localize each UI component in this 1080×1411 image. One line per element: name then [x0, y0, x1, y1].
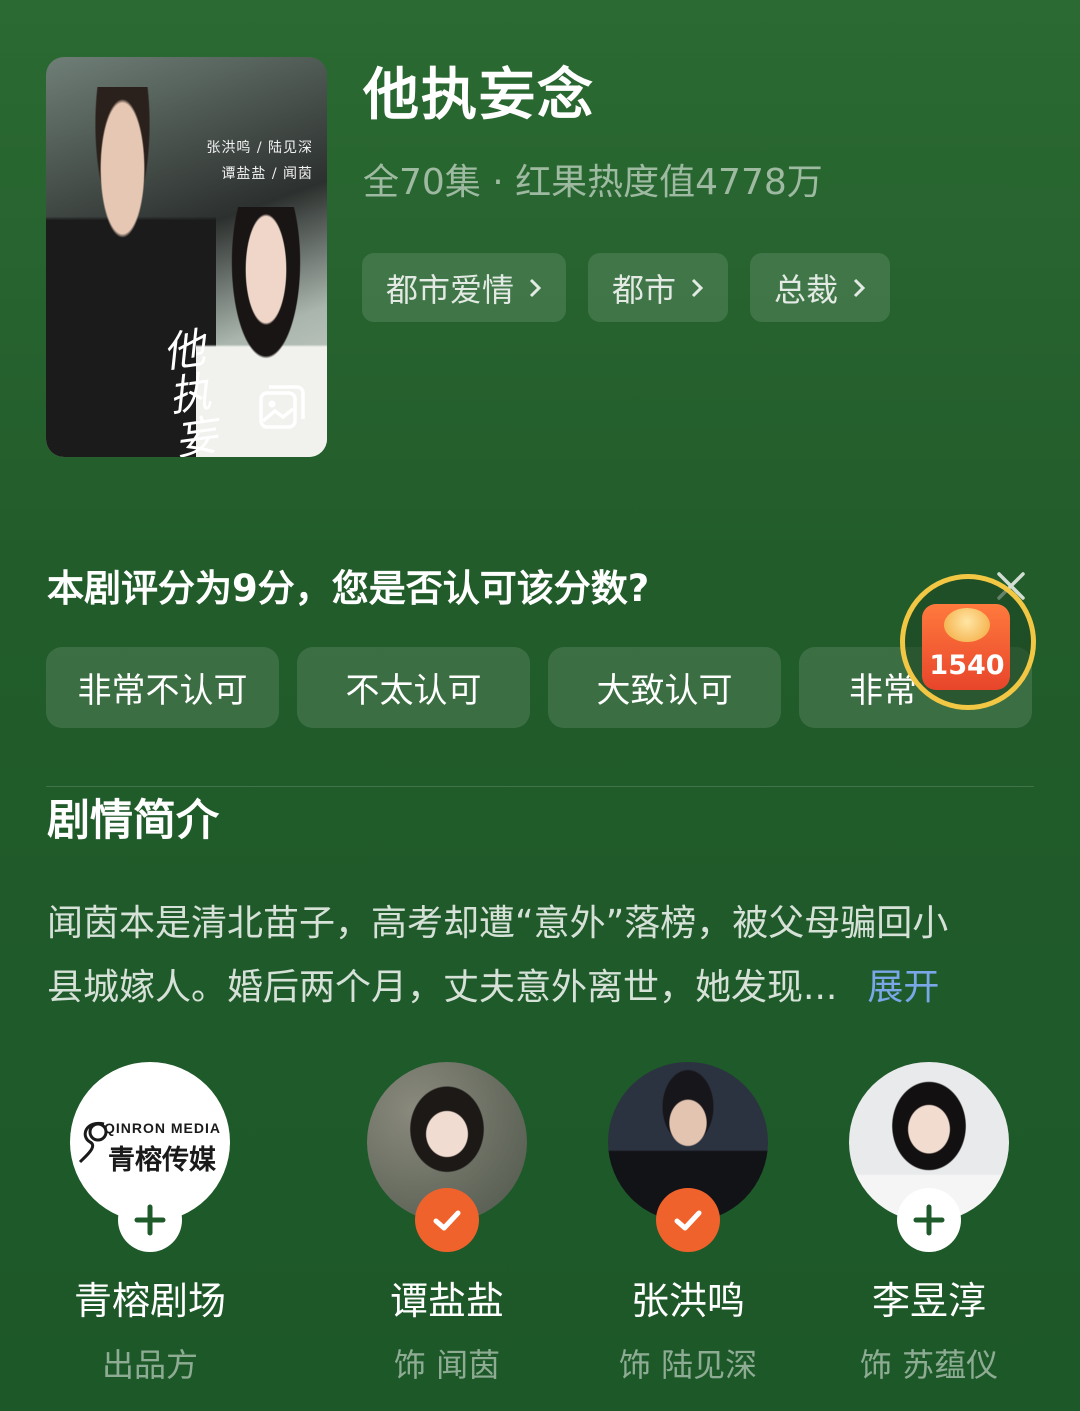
avatar[interactable] — [367, 1062, 527, 1252]
chevron-right-icon — [691, 278, 704, 297]
tag-button[interactable]: 都市爱情 — [362, 253, 567, 322]
cast-role: 出品方 — [101, 1346, 198, 1384]
plus-icon — [134, 1204, 166, 1236]
drama-meta: 全70集 · 红果热度值4778万 — [363, 162, 823, 203]
cast-role: 饰 苏蕴仪 — [859, 1346, 999, 1384]
tag-label: 总裁 — [774, 270, 839, 309]
cast-name: 张洪鸣 — [630, 1279, 745, 1323]
chevron-right-icon — [529, 278, 542, 297]
follow-button[interactable] — [897, 1188, 961, 1252]
cast-role: 饰 陆见深 — [618, 1346, 758, 1384]
rating-option-mostly-agree[interactable]: 大致认可 — [548, 647, 781, 728]
section-divider — [46, 786, 1034, 787]
cast-item-producer[interactable]: QINRON MEDIA 青榕传媒 青榕剧场 出品方 — [30, 1062, 270, 1386]
rating-question: 本剧评分为9分，您是否认可该分数? — [47, 567, 650, 610]
rating-option-somewhat-disagree[interactable]: 不太认可 — [297, 647, 530, 728]
coin-icon — [944, 608, 990, 642]
synopsis-line-2: 县城嫁人。婚后两个月，丈夫意外离世，她发现... — [47, 967, 838, 1008]
avatar[interactable]: QINRON MEDIA 青榕传媒 — [70, 1062, 230, 1252]
plus-icon — [913, 1204, 945, 1236]
drama-title: 他执妄念 — [363, 63, 595, 128]
genre-tags: 都市爱情 都市 总裁 — [362, 253, 891, 322]
checkmark-icon — [674, 1210, 702, 1231]
poster-credit-2: 谭盐盐 / 闻茵 — [221, 166, 313, 182]
avatar[interactable] — [849, 1062, 1009, 1252]
reward-widget[interactable]: 1540 — [894, 568, 1042, 716]
tag-label: 都市 — [612, 270, 677, 309]
poster-credit-1: 张洪鸣 / 陆见深 — [206, 140, 313, 156]
cast-item-actor[interactable]: 张洪鸣 饰 陆见深 — [568, 1062, 808, 1386]
reward-count: 1540 — [929, 650, 1005, 681]
drama-poster[interactable]: 张洪鸣 / 陆见深 谭盐盐 / 闻茵 他执妄念 — [46, 57, 327, 457]
checkmark-icon — [433, 1210, 461, 1231]
tag-button[interactable]: 总裁 — [750, 253, 891, 322]
cast-item-actor[interactable]: 李昱淳 饰 苏蕴仪 — [809, 1062, 1049, 1386]
followed-badge[interactable] — [656, 1188, 720, 1252]
logo-text-cn: 青榕传媒 — [108, 1145, 216, 1176]
logo-text-en: QINRON MEDIA — [104, 1120, 221, 1136]
followed-badge[interactable] — [415, 1188, 479, 1252]
avatar[interactable] — [608, 1062, 768, 1252]
follow-button[interactable] — [118, 1188, 182, 1252]
synopsis-line-1: 闻茵本是清北苗子，高考却遭“意外”落榜，被父母骗回小 — [47, 903, 949, 944]
cast-name: 李昱淳 — [871, 1279, 986, 1323]
cast-role: 饰 闻茵 — [393, 1346, 501, 1384]
tag-button[interactable]: 都市 — [588, 253, 729, 322]
chevron-right-icon — [853, 278, 866, 297]
cast-name: 谭盐盐 — [389, 1279, 504, 1323]
synopsis-text: 闻茵本是清北苗子，高考却遭“意外”落榜，被父母骗回小 县城嫁人。婚后两个月，丈夫… — [47, 892, 1037, 1020]
rating-options: 非常不认可 不太认可 大致认可 非常 — [46, 647, 1034, 728]
rating-option-strongly-disagree[interactable]: 非常不认可 — [46, 647, 279, 728]
cast-item-actor[interactable]: 谭盐盐 饰 闻茵 — [327, 1062, 567, 1386]
synopsis-title: 剧情简介 — [47, 796, 219, 846]
tag-label: 都市爱情 — [386, 270, 515, 309]
cast-name: 青榕剧场 — [73, 1279, 226, 1323]
expand-link[interactable]: 展开 — [867, 967, 939, 1008]
gallery-icon[interactable] — [259, 385, 305, 429]
